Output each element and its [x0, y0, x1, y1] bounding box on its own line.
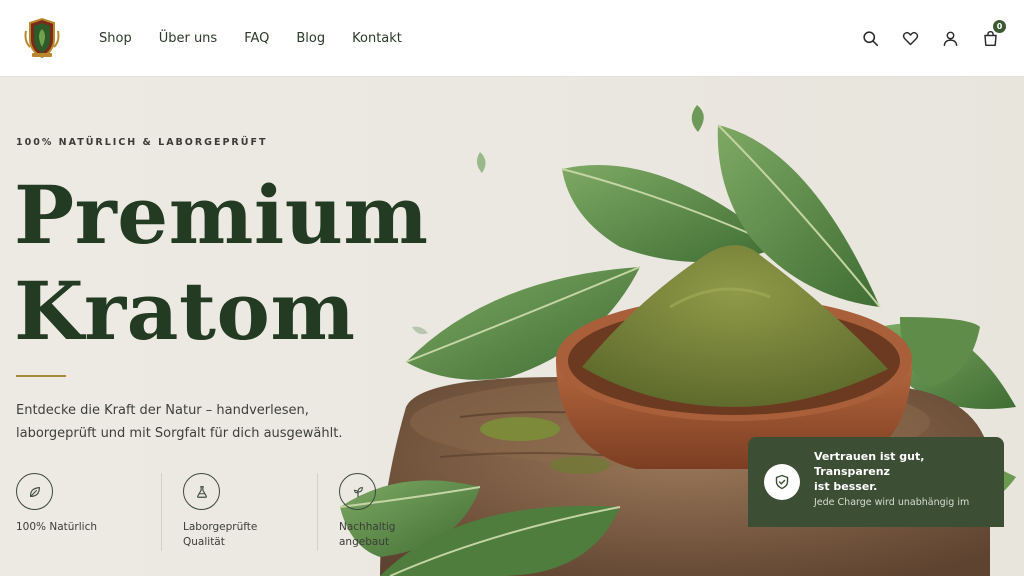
- header-actions: 0: [861, 0, 1006, 77]
- hero-eyebrow: 100% NATÜRLICH & LABORGEPRÜFT: [16, 137, 268, 148]
- trust-title: Vertrauen ist gut, Transparenz ist besse…: [814, 449, 990, 494]
- search-icon[interactable]: [861, 29, 880, 48]
- nav-link-ueber-uns[interactable]: Über uns: [159, 31, 218, 46]
- trust-card[interactable]: Vertrauen ist gut, Transparenz ist besse…: [748, 437, 1004, 527]
- sprout-icon: [339, 473, 376, 510]
- shopping-bag-icon[interactable]: 0: [981, 20, 1006, 48]
- hero-subtitle-line-2: laborgeprüft und mit Sorgfalt für dich a…: [16, 426, 343, 441]
- hero-title-line-1: Premium: [14, 168, 429, 262]
- nav-link-shop[interactable]: Shop: [99, 31, 132, 46]
- trust-text: Jede Charge wird unabhängig im: [814, 497, 970, 508]
- feature-label: Nachhaltig: [339, 521, 396, 533]
- hero-subtitle: Entdecke die Kraft der Natur – handverle…: [16, 399, 376, 445]
- shield-check-icon: [764, 464, 800, 500]
- hero-subtitle-line-1: Entdecke die Kraft der Natur – handverle…: [16, 403, 309, 418]
- feature-label: Laborgeprüfte: [183, 521, 258, 533]
- feature-label: Qualität: [183, 536, 225, 548]
- title-divider: [16, 375, 66, 377]
- main-nav: Shop Über uns FAQ Blog Kontakt: [99, 0, 402, 77]
- nav-link-faq[interactable]: FAQ: [244, 31, 269, 46]
- trust-title-line-2: ist besser.: [814, 480, 878, 493]
- feature-natural: 100% Natürlich: [16, 473, 161, 551]
- nav-link-kontakt[interactable]: Kontakt: [352, 31, 402, 46]
- hero-title: Premium Kratom: [14, 167, 429, 359]
- user-icon[interactable]: [941, 29, 960, 48]
- leaf-icon: [16, 473, 53, 510]
- crest-logo-icon[interactable]: [22, 17, 62, 59]
- feature-list: 100% Natürlich Laborgeprüfte Qualität Na…: [16, 473, 473, 551]
- cart-count-badge: 0: [993, 20, 1006, 33]
- flask-icon: [183, 473, 220, 510]
- feature-sustainable: Nachhaltig angebaut: [317, 473, 473, 551]
- feature-label: 100% Natürlich: [16, 521, 97, 533]
- nav-link-blog[interactable]: Blog: [296, 31, 325, 46]
- hero-title-line-2: Kratom: [14, 264, 356, 358]
- trust-title-line-1: Vertrauen ist gut, Transparenz: [814, 450, 925, 478]
- feature-lab-tested: Laborgeprüfte Qualität: [161, 473, 317, 551]
- site-header: Shop Über uns FAQ Blog Kontakt 0: [0, 0, 1024, 77]
- feature-label: angebaut: [339, 536, 390, 548]
- heart-icon[interactable]: [901, 29, 920, 48]
